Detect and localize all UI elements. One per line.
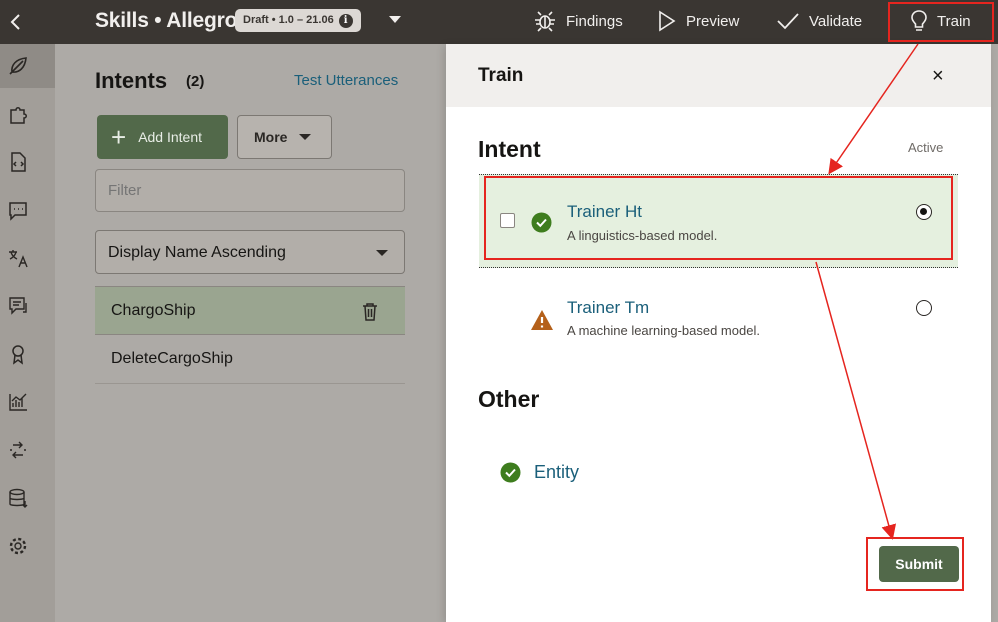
trainer-ht-radio[interactable] — [916, 204, 932, 220]
translate-icon[interactable] — [7, 247, 29, 269]
top-bar: Skills • Allegro Draft • 1.0 – 21.06 i F… — [0, 0, 998, 44]
award-icon[interactable] — [7, 343, 29, 365]
skill-title: Skills • Allegro — [95, 9, 238, 32]
sort-select[interactable]: Display Name Ascending — [95, 230, 405, 274]
plus-icon: + — [111, 122, 127, 152]
filter-input[interactable] — [95, 169, 405, 212]
intent-section-title: Intent — [478, 136, 541, 162]
channels-icon[interactable] — [7, 439, 29, 461]
trainer-tm-radio[interactable] — [916, 300, 932, 316]
analytics-icon[interactable] — [7, 391, 29, 413]
validate-label: Validate — [809, 12, 863, 30]
success-check-icon — [500, 462, 521, 483]
train-dialog: Train × Intent Active Trainer Ht A lingu… — [446, 44, 991, 622]
trainer-ht-row[interactable]: Trainer Ht A linguistics-based model. — [479, 174, 958, 268]
caret-down-icon — [299, 134, 312, 140]
validate-button[interactable]: Validate — [776, 0, 862, 42]
more-button[interactable]: More — [237, 115, 332, 159]
lightbulb-icon — [911, 10, 927, 31]
train-label: Train — [937, 12, 971, 30]
warning-icon — [531, 310, 553, 330]
intents-title: Intents — [95, 68, 168, 93]
train-button[interactable]: Train — [910, 0, 971, 42]
more-label: More — [254, 129, 288, 145]
database-icon[interactable] — [7, 487, 29, 509]
other-section-title: Other — [478, 386, 540, 412]
entity-label: Entity — [534, 462, 580, 482]
chevron-down-icon[interactable] — [389, 16, 401, 23]
info-icon[interactable]: i — [338, 13, 353, 28]
check-icon — [777, 13, 799, 30]
preview-button[interactable]: Preview — [657, 0, 739, 42]
intent-row-chargoship[interactable]: ChargoShip — [95, 286, 405, 335]
settings-icon[interactable] — [7, 535, 29, 557]
intent-row-deletecargoship[interactable]: DeleteCargoShip — [95, 335, 405, 384]
play-icon — [659, 10, 676, 32]
trainer-ht-checkbox[interactable] — [500, 213, 515, 228]
entity-item: Entity — [500, 462, 579, 483]
trainer-desc: A linguistics-based model. — [567, 228, 718, 243]
intent-name: ChargoShip — [111, 302, 196, 319]
version-badge-label: Draft • 1.0 – 21.06 — [243, 14, 334, 26]
left-nav-rail — [0, 44, 55, 622]
dialog-title: Train — [478, 65, 524, 86]
close-icon[interactable]: × — [932, 66, 944, 86]
trainer-name: Trainer Tm — [567, 298, 650, 317]
dialog-header: Train × — [446, 44, 991, 107]
add-intent-label: Add Intent — [138, 129, 203, 145]
sort-value: Display Name Ascending — [108, 244, 286, 261]
conversation-icon[interactable] — [7, 295, 29, 317]
puzzle-icon[interactable] — [7, 104, 29, 126]
caret-down-icon — [376, 250, 388, 256]
trainer-name: Trainer Ht — [567, 202, 642, 221]
test-utterances-link[interactable]: Test Utterances — [294, 72, 398, 89]
success-check-icon — [531, 212, 552, 233]
intent-name: DeleteCargoShip — [111, 350, 233, 367]
findings-label: Findings — [566, 12, 623, 30]
intents-count: (2) — [186, 73, 205, 90]
trainer-tm-row[interactable]: Trainer Tm A machine learning-based mode… — [479, 269, 958, 363]
submit-button[interactable]: Submit — [879, 546, 959, 582]
nav-feather[interactable] — [0, 44, 55, 88]
code-file-icon[interactable] — [7, 151, 29, 173]
findings-button[interactable]: Findings — [533, 0, 623, 42]
active-column-label: Active — [908, 140, 944, 155]
bug-icon — [535, 11, 555, 32]
preview-label: Preview — [686, 12, 740, 30]
back-arrow-icon[interactable] — [6, 10, 26, 34]
feather-icon — [9, 57, 27, 75]
trainer-desc: A machine learning-based model. — [567, 323, 760, 338]
trash-icon[interactable] — [361, 302, 379, 321]
chat-bubble-icon[interactable] — [7, 199, 29, 221]
version-badge[interactable]: Draft • 1.0 – 21.06 i — [235, 9, 361, 32]
add-intent-button[interactable]: + Add Intent — [97, 115, 228, 159]
